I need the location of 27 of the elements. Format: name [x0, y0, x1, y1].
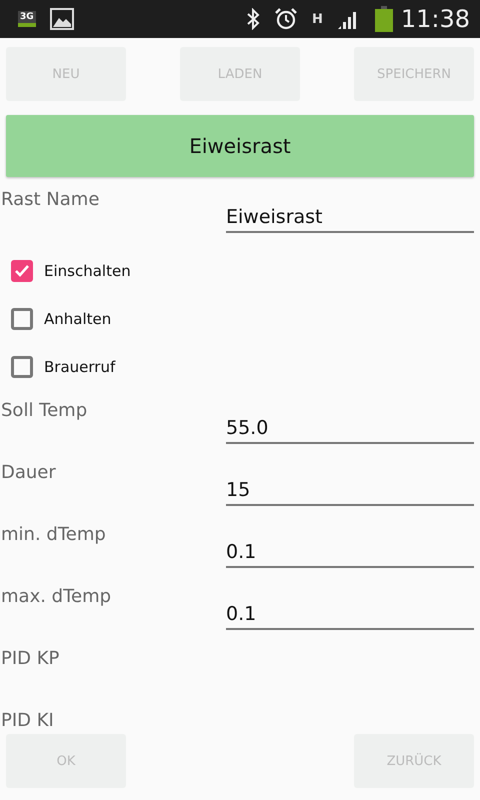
mobile-data-icon: H: [312, 12, 323, 26]
checkbox[interactable]: [11, 260, 33, 282]
input-field[interactable]: 55.0: [226, 412, 474, 444]
clock-time: 11:38: [400, 5, 470, 33]
checkbox[interactable]: [11, 308, 33, 330]
rest-name-button[interactable]: Eiweisrast: [6, 115, 474, 177]
field-label: Rast Name: [1, 189, 100, 210]
checkbox-label: Anhalten: [44, 310, 112, 328]
battery-icon: [374, 6, 393, 32]
checkbox[interactable]: [11, 356, 33, 378]
checkbox-label: Einschalten: [44, 262, 131, 280]
check-icon: [14, 264, 30, 278]
field-label: min. dTemp: [1, 524, 106, 545]
image-icon: [50, 8, 74, 30]
checkbox-label: Brauerruf: [44, 358, 116, 376]
input-field[interactable]: 0.1: [226, 536, 474, 568]
alarm-clock-icon: [274, 7, 298, 31]
field-label: PID KI: [1, 710, 54, 731]
field-label: Dauer: [1, 462, 56, 483]
input-field[interactable]: Eiweisrast: [226, 201, 474, 233]
input-field[interactable]: 15: [226, 474, 474, 506]
network-type-icon: 3G: [18, 11, 36, 27]
field-label: max. dTemp: [1, 586, 112, 607]
input-field[interactable]: 0.1: [226, 598, 474, 630]
field-label: PID KP: [1, 648, 60, 669]
bluetooth-icon: [246, 8, 260, 30]
field-label: Soll Temp: [1, 400, 88, 421]
